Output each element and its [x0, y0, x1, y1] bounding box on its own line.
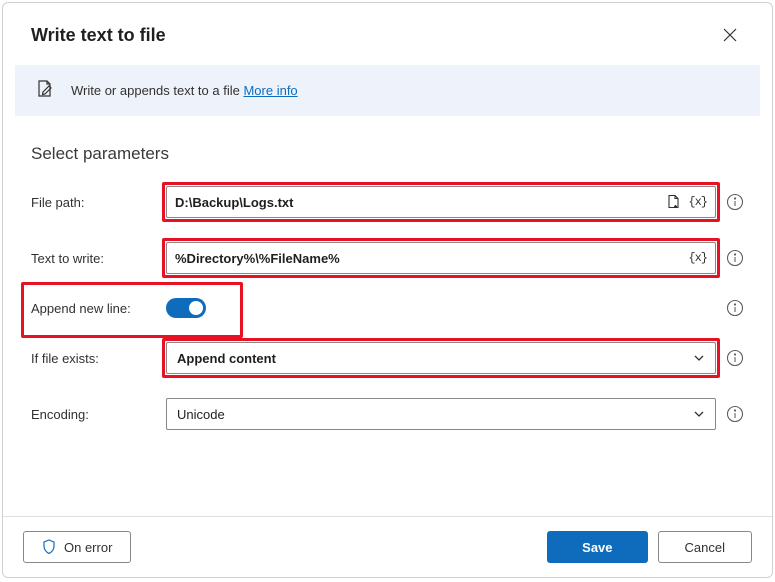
- info-icon[interactable]: [726, 193, 744, 211]
- if-file-exists-value: Append content: [177, 351, 276, 366]
- close-icon: [723, 28, 737, 42]
- text-to-write-value: %Directory%\%FileName%: [175, 251, 688, 266]
- variable-icon[interactable]: {x}: [688, 195, 707, 209]
- param-if-file-exists: If file exists: Append content: [31, 342, 744, 374]
- info-banner: Write or appends text to a file More inf…: [15, 65, 760, 116]
- chevron-down-icon: [693, 408, 705, 420]
- info-icon[interactable]: [726, 349, 744, 367]
- encoding-value: Unicode: [177, 407, 225, 422]
- encoding-label: Encoding:: [31, 407, 166, 422]
- if-file-exists-select[interactable]: Append content: [166, 342, 716, 374]
- save-button[interactable]: Save: [547, 531, 647, 563]
- dialog: Write text to file Write or appends text…: [2, 2, 773, 578]
- if-file-exists-label: If file exists:: [31, 351, 166, 366]
- dialog-title: Write text to file: [31, 25, 166, 46]
- dialog-header: Write text to file: [3, 3, 772, 65]
- close-button[interactable]: [716, 21, 744, 49]
- info-icon[interactable]: [726, 405, 744, 423]
- save-label: Save: [582, 540, 612, 555]
- info-icon[interactable]: [726, 249, 744, 267]
- more-info-link[interactable]: More info: [243, 83, 297, 98]
- shield-icon: [42, 539, 56, 555]
- banner-text: Write or appends text to a file More inf…: [71, 83, 298, 98]
- cancel-label: Cancel: [685, 540, 725, 555]
- variable-icon[interactable]: {x}: [688, 251, 707, 265]
- chevron-down-icon: [693, 352, 705, 364]
- param-text-to-write: Text to write: %Directory%\%FileName% {x…: [31, 242, 744, 274]
- param-append-new-line: Append new line:: [31, 298, 744, 318]
- dialog-footer: On error Save Cancel: [3, 516, 772, 577]
- toggle-knob: [189, 301, 203, 315]
- text-to-write-label: Text to write:: [31, 251, 166, 266]
- cancel-button[interactable]: Cancel: [658, 531, 752, 563]
- info-icon[interactable]: [726, 299, 744, 317]
- encoding-select[interactable]: Unicode: [166, 398, 716, 430]
- file-path-value: D:\Backup\Logs.txt: [175, 195, 666, 210]
- banner-text-content: Write or appends text to a file: [71, 83, 243, 98]
- append-new-line-label: Append new line:: [31, 301, 166, 316]
- append-new-line-toggle[interactable]: [166, 298, 206, 318]
- on-error-button[interactable]: On error: [23, 531, 131, 563]
- footer-right: Save Cancel: [547, 531, 752, 563]
- text-to-write-input[interactable]: %Directory%\%FileName% {x}: [166, 242, 716, 274]
- param-file-path: File path: D:\Backup\Logs.txt {x}: [31, 186, 744, 218]
- file-path-label: File path:: [31, 195, 166, 210]
- content-area: Select parameters File path: D:\Backup\L…: [3, 116, 772, 516]
- file-path-input[interactable]: D:\Backup\Logs.txt {x}: [166, 186, 716, 218]
- write-file-icon: [35, 79, 55, 102]
- on-error-label: On error: [64, 540, 112, 555]
- section-title: Select parameters: [31, 144, 744, 164]
- param-encoding: Encoding: Unicode: [31, 398, 744, 430]
- file-picker-icon[interactable]: [666, 194, 682, 210]
